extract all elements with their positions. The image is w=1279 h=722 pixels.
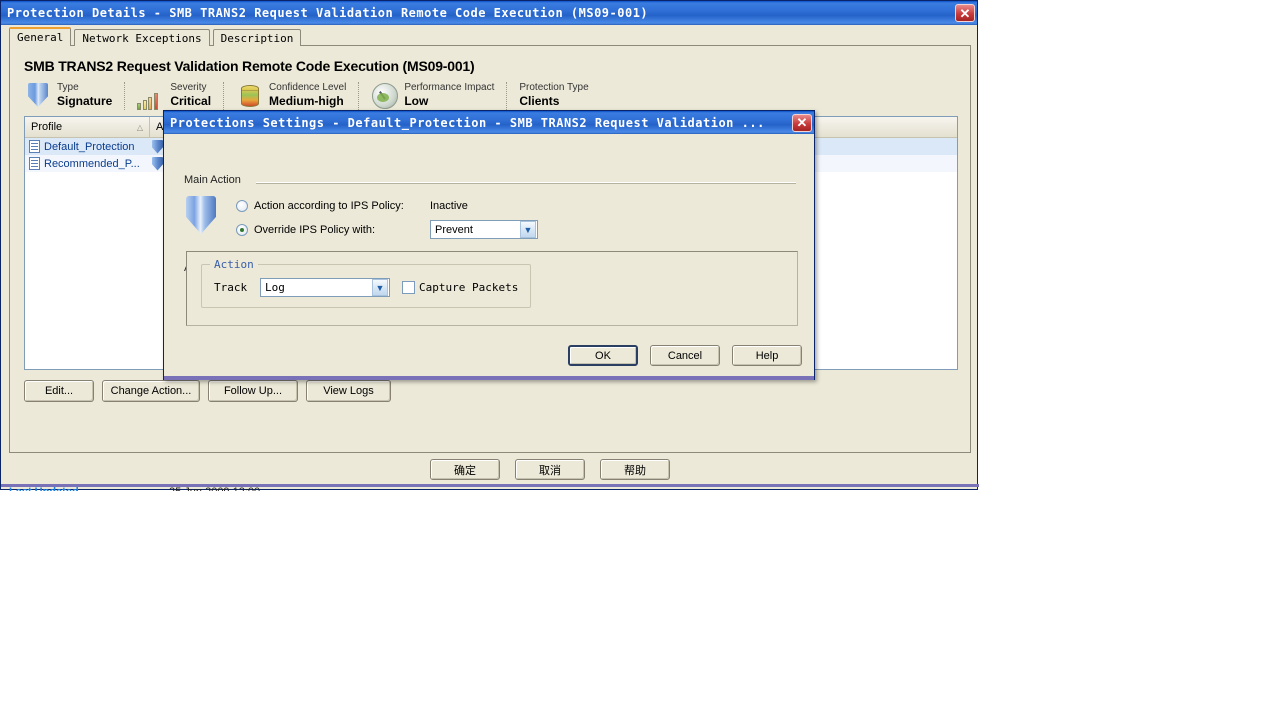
follow-up-button[interactable]: Follow Up... xyxy=(208,380,298,402)
tab-network-exceptions[interactable]: Network Exceptions xyxy=(74,29,210,46)
cancel-button-cn[interactable]: 取消 xyxy=(515,459,585,480)
last-updated-label: Last Updated xyxy=(9,486,79,491)
track-label: Track xyxy=(214,281,248,294)
chevron-down-icon[interactable]: ▼ xyxy=(520,221,536,238)
edit-button[interactable]: Edit... xyxy=(24,380,94,402)
ips-policy-value: Inactive xyxy=(430,200,468,212)
shield-icon xyxy=(186,196,216,234)
footer-buttons: 确定 取消 帮助 xyxy=(430,459,670,480)
gauge-icon xyxy=(371,82,399,110)
ok-button[interactable]: OK xyxy=(568,345,638,366)
main-action-group-rule xyxy=(256,182,796,184)
confidence-cylinder-icon xyxy=(236,82,264,110)
override-action-value: Prevent xyxy=(435,223,473,236)
column-header-profile-label: Profile xyxy=(31,121,63,133)
dialog-buttons: OK Cancel Help xyxy=(568,345,802,366)
action-fieldset: Action Track Log ▼ Capture Packets xyxy=(201,258,531,308)
shield-icon xyxy=(152,156,163,171)
status-divider xyxy=(1,484,979,487)
tab-general[interactable]: General xyxy=(9,27,72,46)
radio-override-ips-policy[interactable] xyxy=(236,223,248,236)
radio-action-according-to-ips-policy-label: Action according to IPS Policy: xyxy=(254,200,404,212)
attribute-performance: Performance Impact Low xyxy=(358,82,506,110)
attribute-protection-type-label: Protection Type xyxy=(519,82,589,93)
chevron-down-icon[interactable]: ▼ xyxy=(372,279,388,296)
shield-icon xyxy=(24,82,52,110)
capture-packets-checkbox[interactable] xyxy=(402,281,415,294)
attribute-severity-label: Severity xyxy=(170,82,207,93)
column-header-profile[interactable]: Profile △ xyxy=(25,117,150,137)
track-row: Track Log ▼ Capture Packets xyxy=(214,278,518,297)
profile-name: Recommended_P... xyxy=(44,157,140,170)
profile-cell: Default_Protection xyxy=(25,140,150,153)
radio-override-ips-policy-label: Override IPS Policy with: xyxy=(254,223,376,236)
view-logs-button[interactable]: View Logs xyxy=(306,380,391,402)
document-icon xyxy=(29,157,40,170)
dialog-title-bar: Protections Settings - Default_Protectio… xyxy=(164,111,814,134)
action-fieldset-label: Action xyxy=(210,258,258,271)
sort-ascending-icon: △ xyxy=(136,122,143,132)
dialog-footer-accent xyxy=(164,376,814,380)
attribute-type: Type Signature xyxy=(24,82,124,110)
attribute-confidence: Confidence Level Medium-high xyxy=(223,82,358,110)
override-action-select[interactable]: Prevent ▼ xyxy=(430,220,538,239)
attribute-confidence-label: Confidence Level xyxy=(269,82,347,93)
tab-strip: General Network Exceptions Description xyxy=(9,27,304,46)
dialog-title: Protections Settings - Default_Protectio… xyxy=(170,115,765,130)
attribute-severity: Severity Critical xyxy=(124,82,223,110)
profile-action-buttons: Edit... Change Action... Follow Up... Vi… xyxy=(24,380,391,402)
profile-name: Default_Protection xyxy=(44,140,135,153)
dialog-body: Main Action Action according to IPS Poli… xyxy=(164,134,814,380)
change-action-button[interactable]: Change Action... xyxy=(102,380,200,402)
close-icon[interactable]: ✕ xyxy=(955,4,975,22)
track-select[interactable]: Log ▼ xyxy=(260,278,390,297)
track-value: Log xyxy=(265,281,285,294)
cancel-button[interactable]: Cancel xyxy=(650,345,720,366)
radio-action-according-to-ips-policy[interactable] xyxy=(236,200,248,212)
severity-bars-icon xyxy=(137,82,165,110)
attribute-protection-type: Protection Type Clients xyxy=(506,82,600,110)
close-icon[interactable]: ✕ xyxy=(792,113,812,132)
protection-attributes: Type Signature Severity Critical Confide… xyxy=(24,82,601,110)
radio-row-override[interactable]: Override IPS Policy with: Prevent ▼ xyxy=(236,220,538,239)
main-action-group-label-wrap: Main Action xyxy=(184,174,247,186)
shield-icon xyxy=(152,139,163,154)
capture-packets-label: Capture Packets xyxy=(419,281,519,294)
attribute-performance-label: Performance Impact xyxy=(404,82,495,93)
attribute-protection-type-value: Clients xyxy=(519,94,560,108)
profile-cell: Recommended_P... xyxy=(25,157,150,170)
radio-row-ips-policy[interactable]: Action according to IPS Policy: Inactive xyxy=(236,200,468,212)
page-title: SMB TRANS2 Request Validation Remote Cod… xyxy=(24,58,475,74)
last-updated-value: 25 Jun 2009 12:00 xyxy=(169,486,260,491)
ok-button-cn[interactable]: 确定 xyxy=(430,459,500,480)
attribute-performance-value: Low xyxy=(404,94,429,108)
bottom-status-strip: Last Updated 25 Jun 2009 12:00 xyxy=(1,484,979,491)
help-button-cn[interactable]: 帮助 xyxy=(600,459,670,480)
window-title: Protection Details - SMB TRANS2 Request … xyxy=(7,6,649,20)
attribute-type-label: Type xyxy=(57,82,79,93)
document-icon xyxy=(29,140,40,153)
attribute-confidence-value: Medium-high xyxy=(269,94,344,108)
tab-description[interactable]: Description xyxy=(212,29,302,46)
help-button[interactable]: Help xyxy=(732,345,802,366)
protections-settings-dialog: Protections Settings - Default_Protectio… xyxy=(163,110,815,380)
additional-settings-panel: Action Track Log ▼ Capture Packets xyxy=(186,251,798,326)
main-action-group-label: Main Action xyxy=(184,174,247,186)
window-title-bar: Protection Details - SMB TRANS2 Request … xyxy=(1,1,977,25)
attribute-type-value: Signature xyxy=(57,94,113,108)
attribute-severity-value: Critical xyxy=(170,94,212,108)
